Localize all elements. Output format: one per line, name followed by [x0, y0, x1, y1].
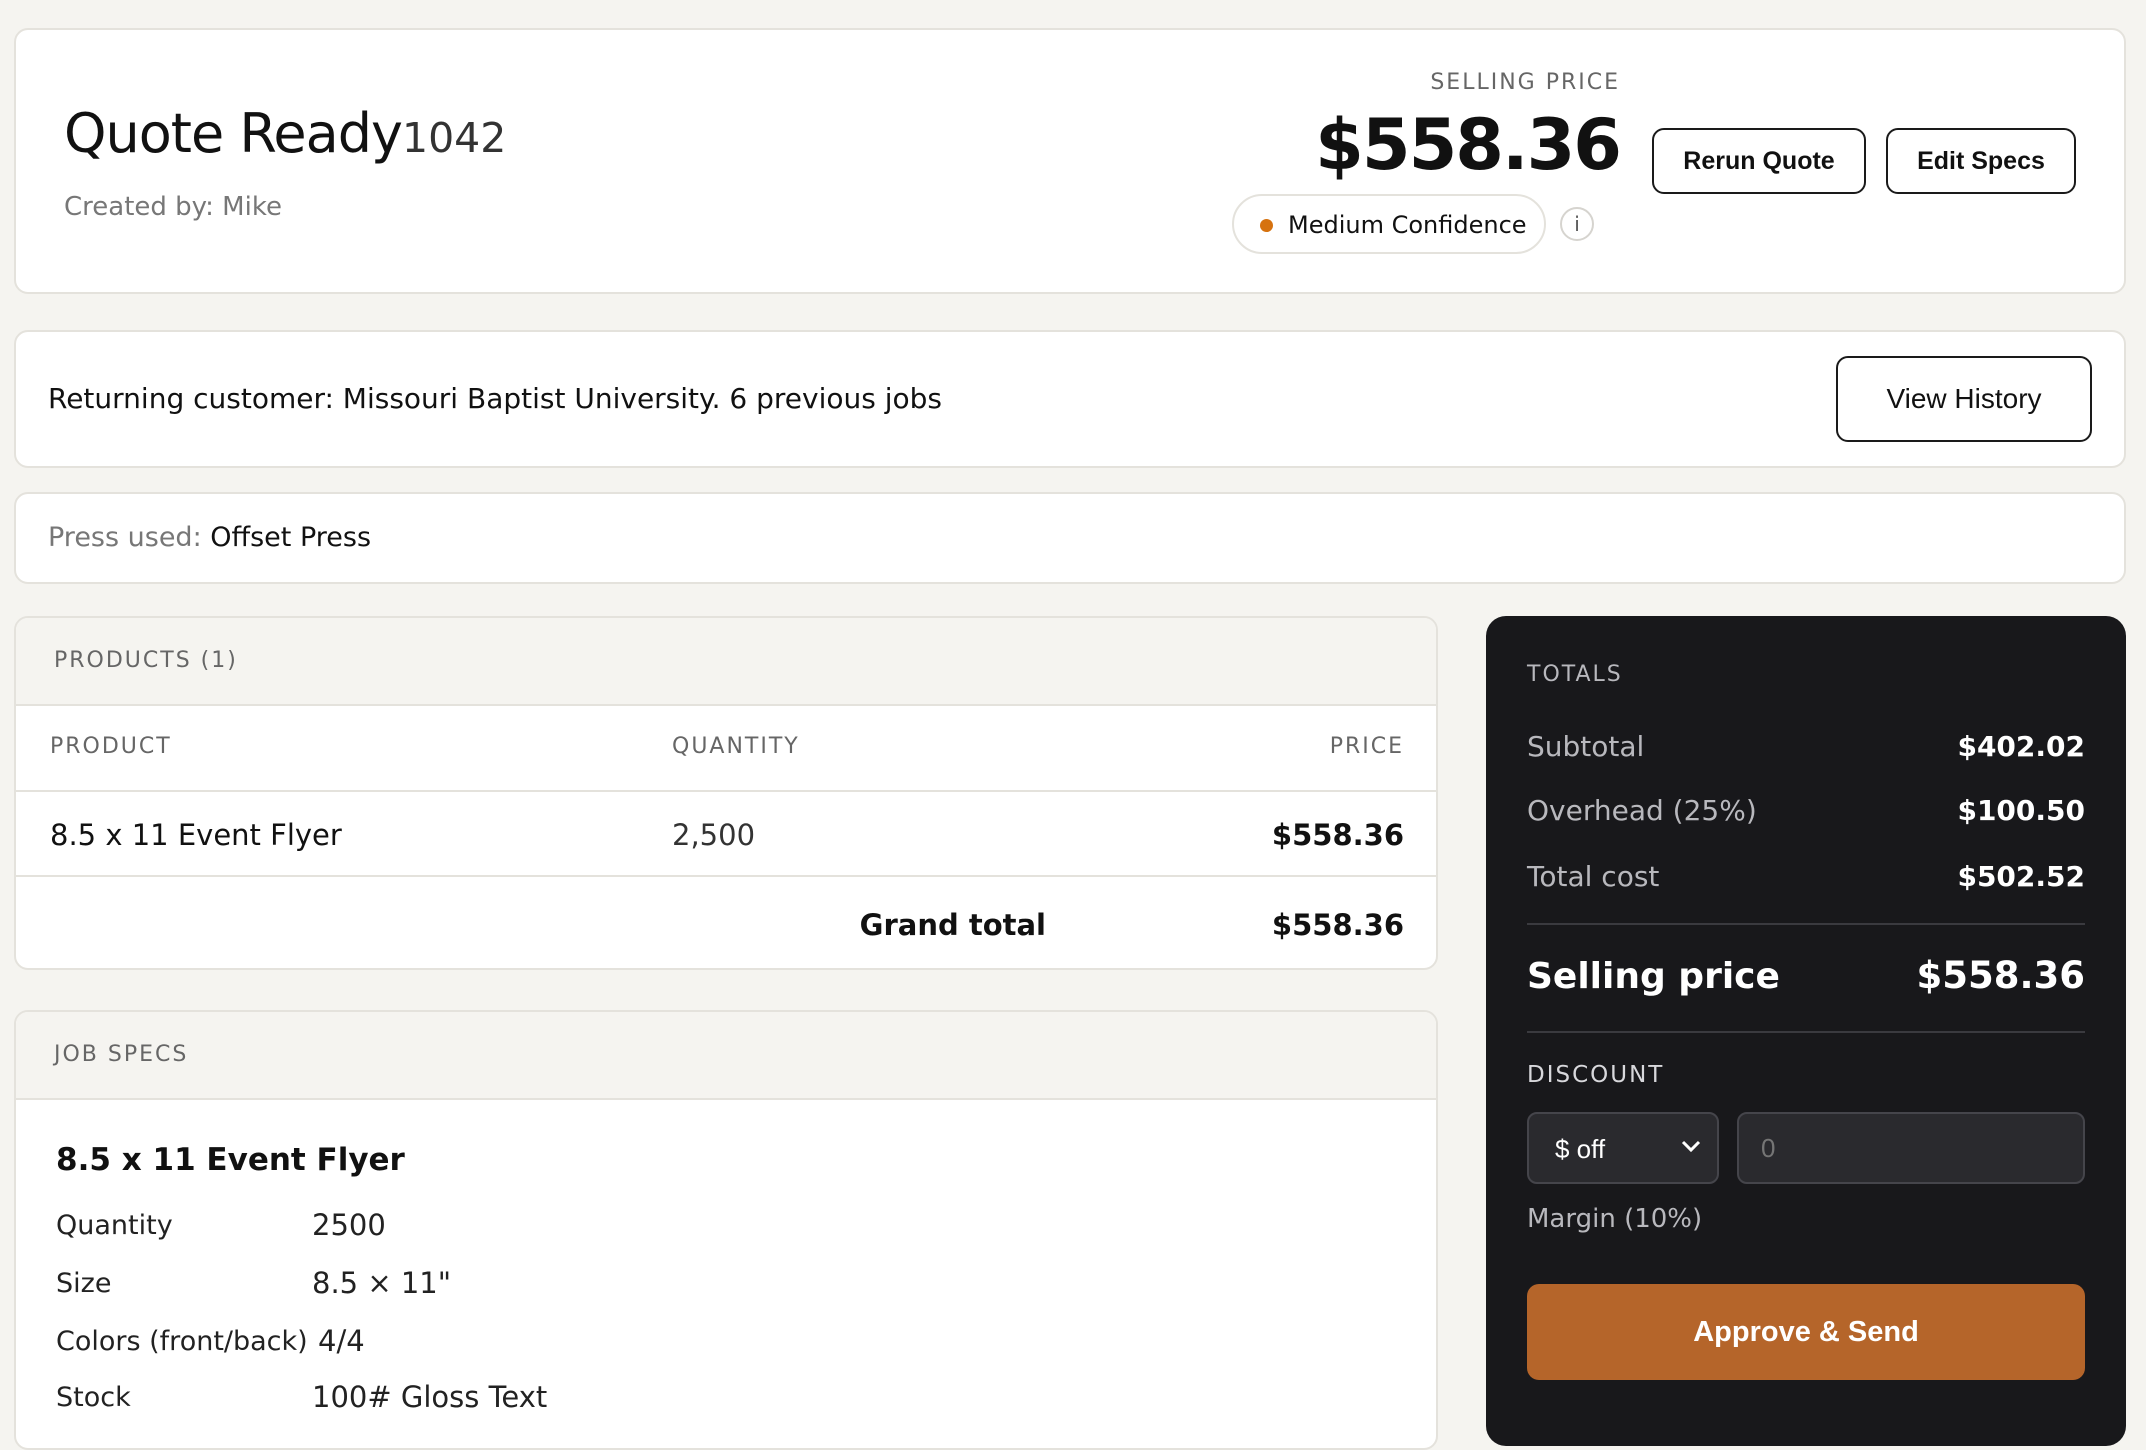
selling-price-total-value: $558.36 [1916, 954, 2085, 997]
page-title: Quote Ready [64, 102, 403, 165]
overhead-value: $100.50 [1957, 794, 2085, 827]
customer-card: Returning customer: Missouri Baptist Uni… [14, 330, 2126, 468]
spec-product-name: 8.5 x 11 Event Flyer [56, 1142, 405, 1178]
view-history-button[interactable]: View History [1836, 356, 2092, 442]
spec-key: Quantity [56, 1210, 173, 1241]
total-cost-value: $502.52 [1957, 860, 2085, 893]
divider [16, 704, 1436, 706]
product-quantity: 2,500 [672, 818, 756, 852]
divider [16, 1098, 1436, 1100]
spec-value: 2500 [312, 1208, 386, 1242]
confidence-badge: Medium Confidence [1232, 194, 1546, 254]
divider [1527, 923, 2085, 925]
divider [16, 790, 1436, 792]
discount-type-select[interactable]: $ off [1527, 1112, 1719, 1184]
discount-label: DISCOUNT [1527, 1062, 1665, 1088]
overhead-label: Overhead (25%) [1527, 794, 1757, 827]
subtotal-value: $402.02 [1957, 730, 2085, 763]
job-specs-card: JOB SPECS 8.5 x 11 Event Flyer Quantity … [14, 1010, 1438, 1450]
created-by: Created by: Mike [64, 192, 282, 222]
product-name: 8.5 x 11 Event Flyer [50, 818, 342, 852]
totals-panel: TOTALS Subtotal $402.02 Overhead (25%) $… [1486, 616, 2126, 1446]
info-icon[interactable]: i [1560, 207, 1594, 241]
spec-key: Colors (front/back) [56, 1326, 308, 1357]
spec-key: Size [56, 1268, 112, 1299]
rerun-quote-button[interactable]: Rerun Quote [1652, 128, 1866, 194]
chevron-down-icon [1681, 1140, 1701, 1153]
margin-label: Margin (10%) [1527, 1204, 1703, 1234]
spec-value: 8.5 × 11" [312, 1266, 452, 1300]
selling-price-label: SELLING PRICE [1430, 70, 1620, 95]
job-specs-header [16, 1012, 1436, 1098]
press-info: Press used: Offset Press [48, 522, 371, 553]
selling-price-value: $558.36 [1315, 104, 1622, 186]
totals-title: TOTALS [1527, 662, 1623, 687]
confidence-dot-icon [1260, 219, 1273, 232]
customer-info: Returning customer: Missouri Baptist Uni… [48, 382, 943, 415]
products-card: PRODUCTS (1) PRODUCT QUANTITY PRICE 8.5 … [14, 616, 1438, 970]
products-title: PRODUCTS (1) [54, 648, 238, 673]
discount-type-value: $ off [1555, 1134, 1606, 1164]
selling-price-total-label: Selling price [1527, 956, 1780, 997]
spec-key: Stock [56, 1382, 131, 1413]
spec-value: 100# Gloss Text [312, 1380, 548, 1414]
edit-specs-button[interactable]: Edit Specs [1886, 128, 2076, 194]
press-label: Press used: [48, 522, 202, 553]
approve-send-button[interactable]: Approve & Send [1527, 1284, 2085, 1380]
column-header-quantity: QUANTITY [672, 734, 800, 759]
job-specs-title: JOB SPECS [54, 1042, 189, 1067]
product-price: $558.36 [1271, 818, 1404, 852]
grand-total-value: $558.36 [1271, 908, 1404, 942]
column-header-product: PRODUCT [50, 734, 172, 759]
divider [1527, 1031, 2085, 1033]
divider [16, 875, 1436, 877]
total-cost-label: Total cost [1527, 860, 1660, 893]
grand-total-label: Grand total [859, 908, 1046, 942]
discount-amount-input[interactable] [1737, 1112, 2085, 1184]
press-card: Press used: Offset Press [14, 492, 2126, 584]
spec-value: 4/4 [318, 1324, 365, 1358]
press-value: Offset Press [210, 522, 372, 553]
subtotal-label: Subtotal [1527, 730, 1645, 763]
confidence-label: Medium Confidence [1288, 211, 1527, 239]
column-header-price: PRICE [1329, 734, 1404, 759]
job-number: 1042 [402, 114, 507, 162]
